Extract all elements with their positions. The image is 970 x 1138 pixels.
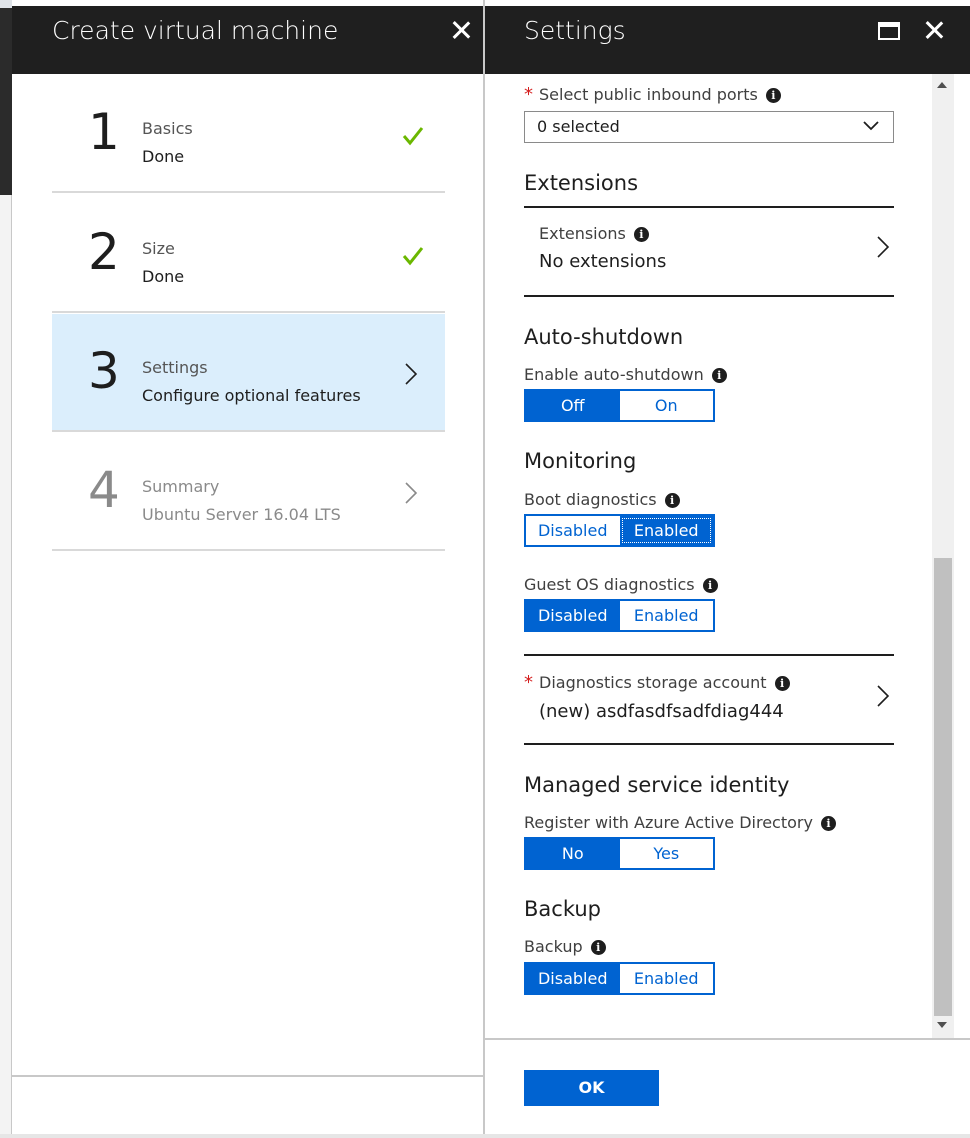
toggle-no[interactable]: No — [526, 839, 620, 868]
auto-shutdown-toggle: Off On — [524, 389, 715, 422]
chevron-right-icon — [405, 482, 418, 504]
step-number: 4 — [88, 461, 120, 519]
info-icon[interactable]: i — [820, 816, 836, 831]
guest-os-diagnostics-toggle: Disabled Enabled — [524, 599, 715, 632]
step-status: Done — [142, 267, 185, 286]
toggle-on[interactable]: On — [619, 391, 713, 420]
section-managed-service-identity: Managed service identity — [524, 773, 790, 797]
section-monitoring: Monitoring — [524, 449, 637, 473]
info-icon[interactable]: i — [765, 88, 781, 103]
step-number: 2 — [88, 223, 120, 281]
wizard-step-summary[interactable]: 4 Summary Ubuntu Server 16.04 LTS — [52, 433, 445, 551]
toggle-disabled[interactable]: Disabled — [526, 601, 620, 630]
step-status: Configure optional features — [142, 386, 361, 405]
info-icon[interactable]: i — [711, 368, 727, 383]
blade-header: Create virtual machine — [12, 6, 483, 74]
step-name: Settings — [142, 358, 208, 377]
chevron-down-icon — [863, 121, 879, 131]
section-extensions: Extensions — [524, 171, 639, 195]
maximize-icon[interactable] — [878, 22, 900, 40]
wizard-step-settings[interactable]: 3 Settings Configure optional features — [52, 314, 445, 432]
step-status: Ubuntu Server 16.04 LTS — [142, 505, 341, 524]
blade-title: Create virtual machine — [52, 16, 339, 45]
auto-shutdown-label: Enable auto-shutdown — [524, 365, 704, 384]
checkmark-icon — [402, 247, 424, 266]
step-number: 3 — [88, 342, 120, 400]
step-status: Done — [142, 147, 185, 166]
blade-title: Settings — [524, 16, 626, 45]
boot-diagnostics-label: Boot diagnostics — [524, 490, 657, 509]
section-backup: Backup — [524, 897, 601, 921]
checkmark-icon — [402, 127, 424, 146]
dropdown-value: 0 selected — [537, 117, 620, 136]
backup-label: Backup — [524, 937, 583, 956]
info-icon[interactable]: i — [702, 578, 718, 593]
inbound-ports-label: * Select public inbound ports i — [524, 84, 781, 105]
toggle-yes[interactable]: Yes — [619, 839, 713, 868]
info-icon[interactable]: i — [590, 940, 606, 955]
close-icon[interactable] — [922, 18, 946, 42]
boot-diagnostics-toggle: Disabled Enabled — [524, 514, 715, 547]
settings-blade: Settings * Select public inbound ports i 0… — [485, 0, 970, 1138]
info-icon[interactable]: i — [633, 227, 649, 242]
wizard-step-size[interactable]: 2 Size Done — [52, 195, 445, 313]
toggle-disabled[interactable]: Disabled — [526, 516, 620, 545]
info-icon[interactable]: i — [774, 676, 790, 691]
diagnostics-storage-row[interactable]: * Diagnostics storage account i (new) asdf… — [524, 656, 894, 743]
msi-label: Register with Azure Active Directory — [524, 813, 813, 832]
create-vm-blade: Create virtual machine 1 Basics Done 2 S… — [12, 0, 485, 1138]
toggle-enabled[interactable]: Enabled — [619, 964, 713, 993]
msi-toggle: No Yes — [524, 837, 715, 870]
scroll-down-arrow-icon[interactable] — [937, 1022, 947, 1028]
backup-toggle: Disabled Enabled — [524, 962, 715, 995]
inbound-ports-dropdown[interactable]: 0 selected — [524, 111, 894, 143]
section-auto-shutdown: Auto-shutdown — [524, 325, 684, 349]
toggle-enabled[interactable]: Enabled — [619, 516, 713, 545]
wizard-step-basics[interactable]: 1 Basics Done — [52, 75, 445, 193]
ok-button[interactable]: OK — [524, 1070, 659, 1106]
extensions-row[interactable]: Extensions i No extensions — [524, 208, 894, 295]
vertical-scrollbar[interactable] — [932, 74, 954, 1038]
step-name: Basics — [142, 119, 193, 138]
blade-header: Settings — [485, 6, 970, 74]
step-name: Size — [142, 239, 175, 258]
extensions-value: No extensions — [539, 251, 667, 272]
background-blade-strip — [0, 0, 12, 1138]
chevron-right-icon — [405, 363, 418, 385]
storage-account-label: Diagnostics storage account — [539, 673, 767, 692]
info-icon[interactable]: i — [664, 493, 680, 508]
toggle-enabled[interactable]: Enabled — [619, 601, 713, 630]
storage-account-value: (new) asdfasdfsadfdiag444 — [539, 701, 784, 722]
close-icon[interactable] — [449, 18, 473, 42]
extensions-label: Extensions — [539, 224, 626, 243]
scrollbar-thumb[interactable] — [934, 558, 952, 1016]
chevron-right-icon — [877, 236, 890, 258]
guest-os-diagnostics-label: Guest OS diagnostics — [524, 575, 695, 594]
step-number: 1 — [88, 103, 120, 161]
scroll-up-arrow-icon[interactable] — [937, 82, 947, 88]
toggle-off[interactable]: Off — [526, 391, 620, 420]
toggle-disabled[interactable]: Disabled — [526, 964, 620, 993]
chevron-right-icon — [877, 685, 890, 707]
step-name: Summary — [142, 477, 220, 496]
